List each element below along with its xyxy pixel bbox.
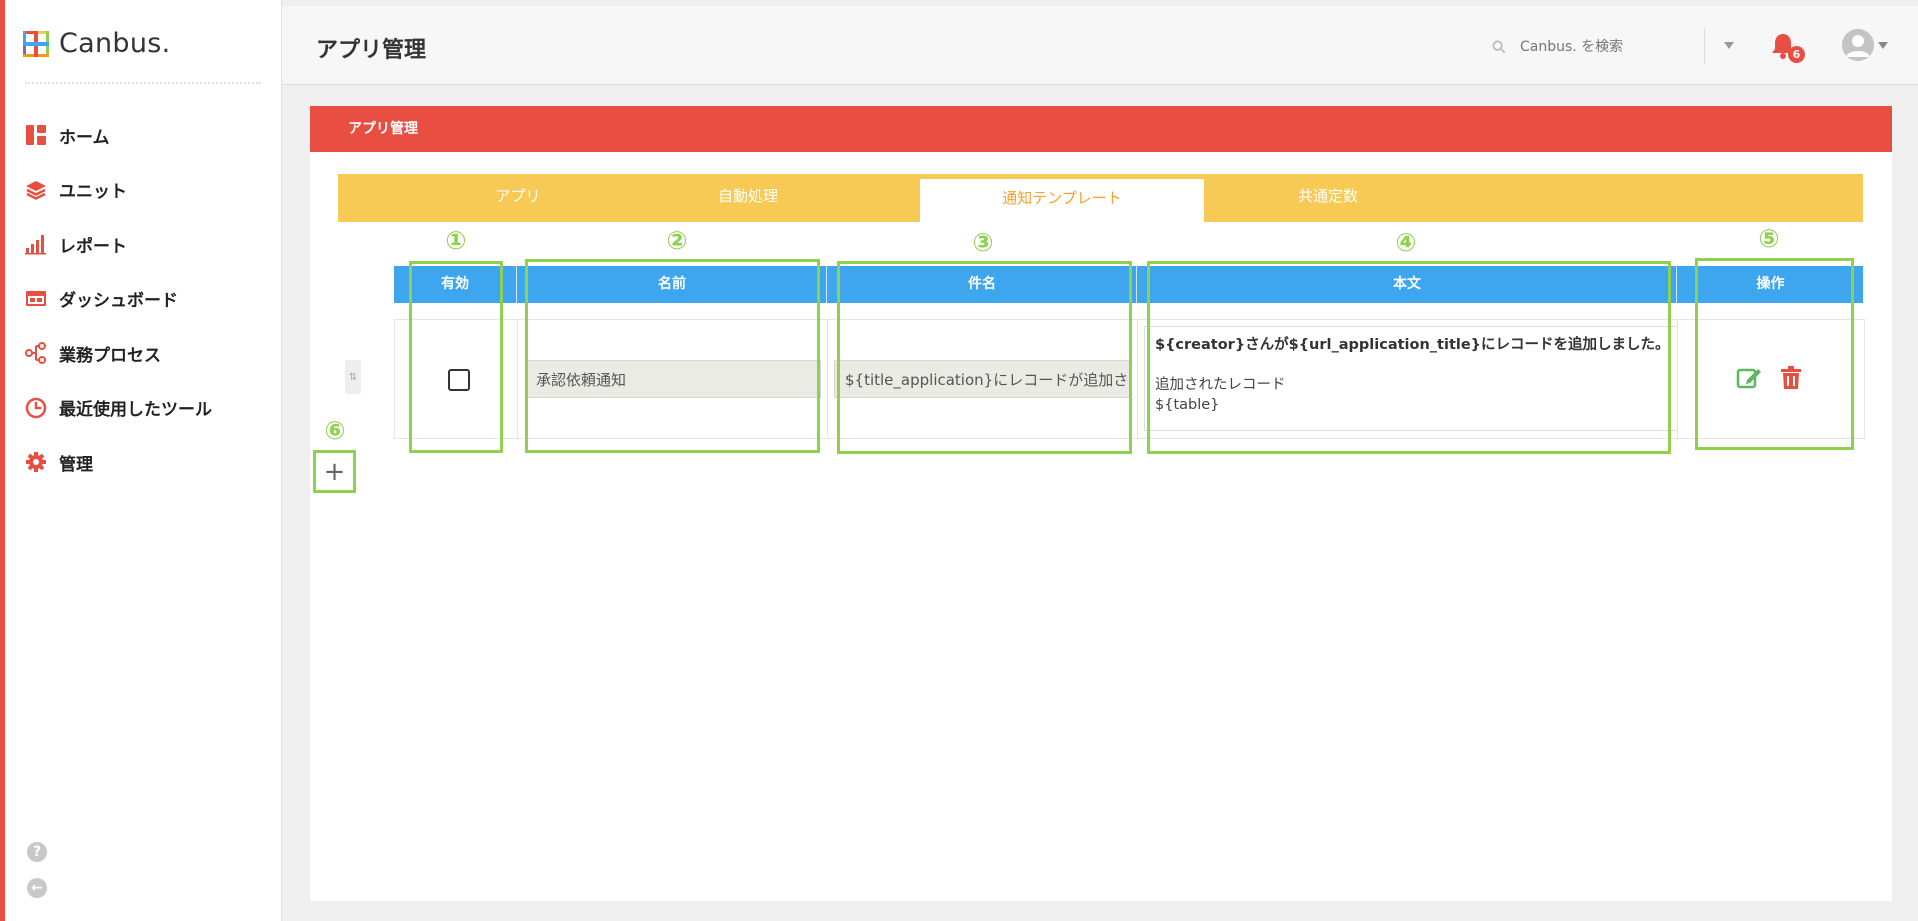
user-icon — [1842, 29, 1874, 61]
annotation-number-1: ① — [445, 226, 467, 255]
sidebar-item-label: ユニット — [59, 182, 127, 203]
add-row-button[interactable]: + — [313, 450, 356, 493]
sidebar-item-admin[interactable]: 管理 — [25, 435, 212, 490]
notifications-button[interactable]: 6 — [1770, 32, 1806, 66]
annotation-number-5: ⑤ — [1758, 224, 1780, 253]
sidebar-bottom: ? ← — [27, 842, 47, 914]
question-icon[interactable]: ? — [27, 842, 47, 862]
annotation-number-3: ③ — [972, 228, 994, 257]
panel-title: アプリ管理 — [310, 106, 1892, 152]
sidebar-item-label: ホーム — [59, 127, 110, 148]
layers-icon — [25, 179, 47, 201]
sidebar-divider — [25, 82, 261, 84]
app-logo[interactable]: Canbus. — [23, 28, 171, 59]
sidebar-item-units[interactable]: ユニット — [25, 163, 212, 218]
page-title: アプリ管理 — [316, 38, 427, 63]
tab-notification-template[interactable]: 通知テンプレート — [920, 179, 1204, 222]
search-icon — [1492, 40, 1506, 54]
sidebar-item-label: ダッシュボード — [59, 291, 178, 312]
chevron-down-icon[interactable] — [1724, 42, 1734, 49]
annotation-box-3 — [837, 261, 1132, 454]
header-separator — [1704, 28, 1705, 64]
annotation-box-1 — [409, 261, 503, 453]
top-header: アプリ管理 6 — [282, 6, 1918, 85]
tab-app[interactable]: アプリ — [398, 174, 638, 222]
sidebar-item-label: レポート — [59, 236, 127, 257]
sidebar-item-dashboard[interactable]: ダッシュボード — [25, 272, 212, 327]
sidebar-item-label: 最近使用したツール — [59, 400, 212, 421]
canbus-logo-icon — [23, 30, 49, 57]
bar-chart-icon — [25, 233, 47, 255]
avatar[interactable] — [1842, 29, 1874, 61]
main-panel: アプリ管理 アプリ 自動処理 通知テンプレート 共通定数 有効 名前 件名 本文… — [310, 106, 1892, 901]
annotation-number-2: ② — [666, 226, 688, 255]
sidebar-item-business-process[interactable]: 業務プロセス — [25, 326, 212, 381]
sidebar-item-label: 業務プロセス — [59, 345, 161, 366]
sidebar-item-home[interactable]: ホーム — [25, 108, 212, 163]
clock-icon — [25, 397, 47, 419]
sidebar-item-reports[interactable]: レポート — [25, 217, 212, 272]
sidebar-item-recent-tools[interactable]: 最近使用したツール — [25, 381, 212, 436]
process-flow-icon — [25, 342, 47, 365]
dashboard-grid-icon — [25, 124, 47, 146]
sidebar-item-label: 管理 — [59, 454, 93, 475]
annotation-box-5 — [1695, 258, 1854, 450]
logo-text: Canbus. — [59, 28, 171, 59]
notification-badge: 6 — [1788, 46, 1805, 63]
chevron-down-icon[interactable] — [1878, 42, 1888, 49]
annotation-number-4: ④ — [1395, 228, 1417, 257]
annotation-box-2 — [525, 259, 820, 453]
monitor-icon — [25, 288, 47, 310]
search-input[interactable] — [1518, 38, 1692, 56]
tab-common-constants[interactable]: 共通定数 — [1208, 174, 1448, 222]
search-box[interactable] — [1492, 32, 1692, 62]
annotation-box-4 — [1147, 261, 1671, 454]
tab-automation[interactable]: 自動処理 — [628, 174, 868, 222]
arrow-left-icon[interactable]: ← — [27, 878, 47, 898]
sidebar-nav: ホーム ユニット レポート ダッシュボード 業務プロセス 最近使用したツール 管… — [25, 108, 212, 490]
annotation-number-6: ⑥ — [324, 416, 346, 445]
tab-bar: アプリ 自動処理 通知テンプレート 共通定数 — [338, 174, 1863, 222]
sidebar: Canbus. ホーム ユニット レポート ダッシュボード 業務プロセス 最近使… — [5, 0, 282, 921]
gear-icon — [25, 451, 47, 473]
drag-handle[interactable]: ⇅ — [345, 360, 361, 394]
